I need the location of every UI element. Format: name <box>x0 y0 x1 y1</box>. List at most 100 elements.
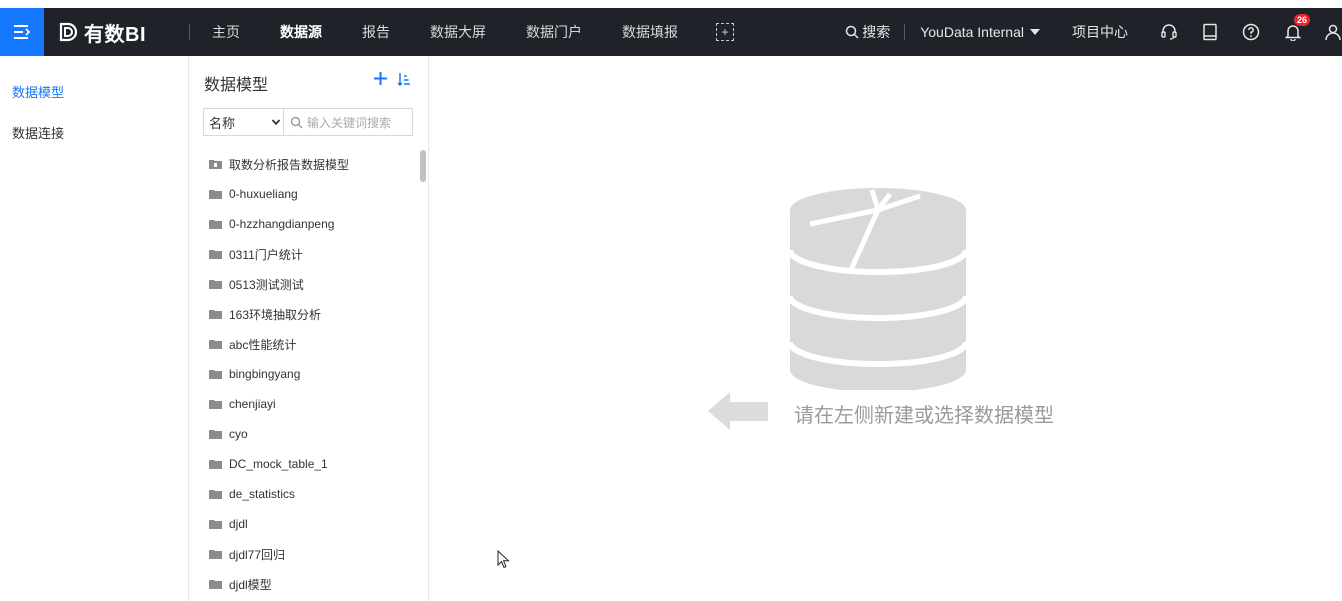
chevron-down-icon <box>271 119 281 126</box>
model-tree-item-label: cyo <box>229 427 248 441</box>
model-tree-item-label: 0-hzzhangdianpeng <box>229 217 335 231</box>
nav-big-screen[interactable]: 数据大屏 <box>430 22 486 42</box>
model-tree-item-label: DC_mock_table_1 <box>229 457 328 471</box>
model-tree-item-label: djdl77回归 <box>229 547 286 562</box>
panel-title: 数据模型 <box>204 77 269 94</box>
model-tree-item[interactable]: djdl77回归 <box>209 544 285 564</box>
arrow-left-icon <box>708 392 768 430</box>
nav-data-portal[interactable]: 数据门户 <box>526 22 582 42</box>
model-tree-item-label: bingbingyang <box>229 367 301 381</box>
model-tree-item[interactable]: DC_mock_table_1 <box>209 454 328 474</box>
nav-home[interactable]: 主页 <box>212 22 240 42</box>
panel-scrollbar[interactable] <box>420 150 426 182</box>
folder-icon <box>209 160 222 169</box>
main-content: 请在左侧新建或选择数据模型 <box>428 56 1342 601</box>
model-tree-item[interactable]: 0311门户统计 <box>209 244 303 264</box>
headset-icon <box>1161 24 1177 40</box>
logo-icon <box>59 22 78 42</box>
help-icon <box>1242 23 1260 41</box>
book-icon <box>1203 23 1217 41</box>
nav-report[interactable]: 报告 <box>362 22 390 42</box>
folder-icon <box>209 250 222 259</box>
folder-icon <box>209 430 222 439</box>
model-tree-item-label: abc性能统计 <box>229 337 297 352</box>
project-center-link[interactable]: 项目中心 <box>1072 22 1128 42</box>
model-tree-item-label: 0513测试测试 <box>229 277 304 292</box>
model-tree-item[interactable]: bingbingyang <box>209 364 300 384</box>
user-icon <box>1325 24 1341 41</box>
caret-down-icon <box>1030 29 1040 35</box>
mouse-cursor-icon <box>497 550 510 569</box>
search-icon <box>290 116 303 128</box>
folder-icon <box>209 520 222 529</box>
model-tree-item-label: djdl <box>229 517 248 531</box>
nav-datasource[interactable]: 数据源 <box>280 22 322 42</box>
model-tree-item[interactable]: cyo <box>209 424 248 444</box>
folder-icon <box>209 280 222 289</box>
folder-icon <box>209 400 222 409</box>
model-tree-item[interactable]: 取数分析报告数据模型 <box>209 154 349 174</box>
model-tree-item[interactable]: 0-huxueliang <box>209 184 298 204</box>
model-tree-item[interactable]: 0-hzzhangdianpeng <box>209 214 334 234</box>
model-tree-item[interactable]: djdl模型 <box>209 574 272 594</box>
model-tree-item-label: 163环境抽取分析 <box>229 307 322 322</box>
folder-icon <box>209 550 222 559</box>
main-nav: 主页 数据源 报告 数据大屏 数据门户 数据填报 + <box>212 8 734 56</box>
menu-icon <box>14 25 31 39</box>
search-placeholder: 输入关键词搜索 <box>307 115 392 130</box>
add-model-button[interactable] <box>373 70 388 90</box>
database-illustration <box>790 188 966 390</box>
header-tools: 搜索 YouData Internal 项目中心 26 <box>845 8 1342 56</box>
user-menu-button[interactable] <box>1324 23 1342 41</box>
search-icon <box>845 25 859 39</box>
sidebar-item-data-connection[interactable]: 数据连接 <box>12 123 64 142</box>
folder-icon <box>209 190 222 199</box>
folder-icon <box>209 370 222 379</box>
filter-select-value: 名称 <box>209 115 236 131</box>
menu-toggle-button[interactable] <box>0 8 44 56</box>
folder-icon <box>209 580 222 589</box>
tenant-switcher[interactable]: YouData Internal <box>920 24 1040 40</box>
filter-field-select[interactable]: 名称 <box>203 108 285 136</box>
model-tree-item[interactable]: 0513测试测试 <box>209 274 304 294</box>
model-tree-item[interactable]: abc性能统计 <box>209 334 296 354</box>
sort-button[interactable] <box>397 72 411 91</box>
plus-icon <box>374 72 387 85</box>
left-sidebar: 数据模型 数据连接 <box>0 56 188 601</box>
app-logo[interactable]: 有数BI <box>58 8 146 56</box>
empty-state-text: 请在左侧新建或选择数据模型 <box>794 405 1054 427</box>
model-tree-item[interactable]: chenjiayi <box>209 394 276 414</box>
divider <box>904 24 906 40</box>
folder-icon <box>209 460 222 469</box>
tenant-name: YouData Internal <box>920 24 1024 40</box>
add-tab-icon[interactable]: + <box>716 23 734 41</box>
notification-badge: 26 <box>1294 14 1311 26</box>
notification-button[interactable]: 26 <box>1284 14 1311 41</box>
folder-icon <box>209 490 222 499</box>
model-tree-item-label: djdl模型 <box>229 577 272 592</box>
logo-text: 有数BI <box>84 23 146 46</box>
search-label: 搜索 <box>862 24 891 40</box>
folder-icon <box>209 310 222 319</box>
model-tree-item[interactable]: de_statistics <box>209 484 295 504</box>
docs-button[interactable] <box>1202 23 1218 41</box>
sidebar-item-data-model[interactable]: 数据模型 <box>12 82 64 101</box>
model-tree-item-label: chenjiayi <box>229 397 276 411</box>
model-tree-item[interactable]: 163环境抽取分析 <box>209 304 321 324</box>
divider <box>189 24 190 40</box>
model-tree-item-label: 0-huxueliang <box>229 187 298 201</box>
model-tree-item-label: 0311门户统计 <box>229 247 303 262</box>
global-search-button[interactable]: 搜索 <box>845 22 890 42</box>
data-model-panel: 数据模型 名称 输入关键词搜索 取数分析报告数据模型 0-huxueliang 0-… <box>188 56 429 601</box>
top-navigation-bar: 有数BI 主页 数据源 报告 数据大屏 数据门户 数据填报 + 搜索 YouDa… <box>0 8 1342 56</box>
folder-icon <box>209 220 222 229</box>
help-button[interactable] <box>1242 23 1260 41</box>
model-tree-item-label: 取数分析报告数据模型 <box>229 157 350 172</box>
support-button[interactable] <box>1160 23 1178 41</box>
sort-icon <box>397 73 410 87</box>
nav-data-fill[interactable]: 数据填报 <box>622 22 678 42</box>
model-tree-item[interactable]: djdl <box>209 514 248 534</box>
folder-icon <box>209 340 222 349</box>
model-tree-item-label: de_statistics <box>229 487 296 501</box>
model-search-input[interactable]: 输入关键词搜索 <box>283 108 413 136</box>
